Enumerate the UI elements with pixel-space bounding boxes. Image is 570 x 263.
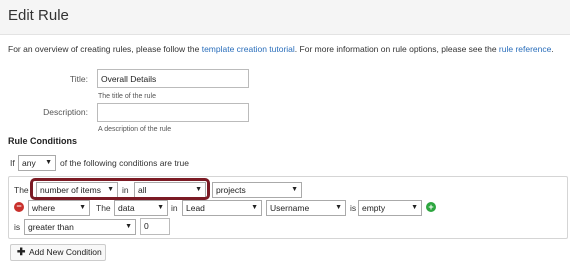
data-select[interactable]: data ▼ [114, 200, 168, 216]
field-select[interactable]: Username ▼ [266, 200, 346, 216]
is-label-3: is [14, 222, 21, 232]
if-label: If [10, 158, 15, 168]
source-select[interactable]: Lead ▼ [182, 200, 262, 216]
operator-select[interactable]: greater than ▼ [24, 219, 136, 235]
match-select-value: any [22, 158, 36, 168]
chevron-down-icon: ▼ [79, 204, 86, 211]
field-select-value: Username [270, 203, 310, 213]
description-input[interactable] [97, 103, 249, 122]
plus-circle-icon: + [426, 202, 436, 212]
chevron-down-icon: ▼ [157, 204, 164, 211]
chevron-down-icon: ▼ [335, 204, 342, 211]
comparator-select-value: empty [362, 203, 386, 213]
the-label-2: The [96, 203, 111, 213]
title-input[interactable]: Overall Details [97, 69, 249, 88]
collection-select-value: projects [216, 185, 246, 195]
template-tutorial-link[interactable]: template creation tutorial [202, 44, 295, 54]
description-label: Description: [43, 107, 88, 117]
intro-text-start: For an overview of creating rules, pleas… [8, 44, 202, 54]
where-select[interactable]: where ▼ [28, 200, 90, 216]
add-subcondition-button[interactable]: + [426, 202, 436, 212]
add-new-condition-button[interactable]: ✚ Add New Condition [10, 244, 106, 261]
chevron-down-icon: ▼ [125, 223, 132, 230]
intro-text-end: . [551, 44, 554, 54]
plus-icon: ✚ [17, 247, 26, 258]
chevron-down-icon: ▼ [411, 204, 418, 211]
highlight-outline [30, 178, 210, 200]
page-header: Edit Rule [0, 0, 570, 35]
collection-select[interactable]: projects ▼ [212, 182, 302, 198]
chevron-down-icon: ▼ [251, 204, 258, 211]
rule-reference-link[interactable]: rule reference [499, 44, 551, 54]
data-select-value: data [118, 203, 135, 213]
chevron-down-icon: ▼ [45, 159, 52, 166]
where-select-value: where [32, 203, 56, 213]
operator-select-value: greater than [28, 222, 74, 232]
comparator-select[interactable]: empty ▼ [358, 200, 422, 216]
the-label-1: The [14, 185, 29, 195]
description-help: A description of the rule [98, 126, 172, 133]
match-suffix: of the following conditions are true [60, 158, 189, 168]
rule-conditions-heading: Rule Conditions [8, 136, 77, 146]
title-help: The title of the rule [98, 93, 156, 100]
title-label: Title: [69, 74, 88, 84]
intro-text-middle: . For more information on rule options, … [294, 44, 499, 54]
add-new-condition-label: Add New Condition [29, 247, 102, 257]
is-label-2: is [350, 203, 357, 213]
match-select[interactable]: any ▼ [18, 155, 56, 171]
intro-text: For an overview of creating rules, pleas… [8, 44, 554, 54]
source-select-value: Lead [186, 203, 205, 213]
chevron-down-icon: ▼ [291, 186, 298, 193]
page-title: Edit Rule [8, 7, 69, 24]
in-label-2: in [171, 203, 178, 213]
remove-condition-icon[interactable]: − [14, 202, 24, 212]
value-input[interactable]: 0 [140, 218, 170, 235]
